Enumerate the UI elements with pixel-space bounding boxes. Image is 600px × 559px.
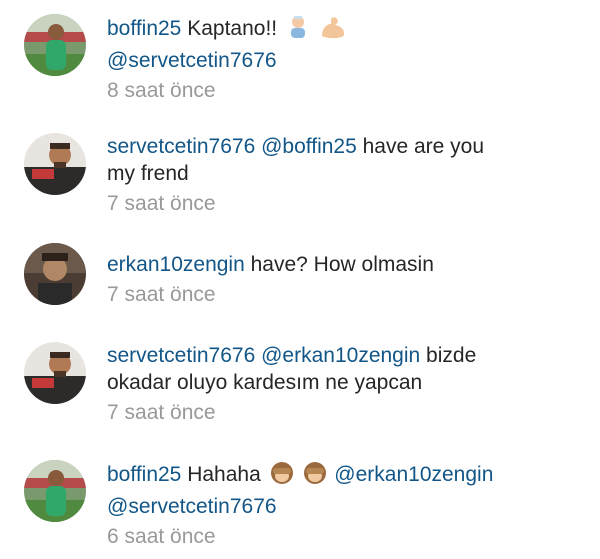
comment-timestamp: 7 saat önce [107,192,216,215]
comment-username[interactable]: erkan10zengin [107,253,245,276]
comment-body: servetcetin7676 @boffin25 have are you m… [107,133,577,217]
comment-username[interactable]: boffin25 [107,463,181,486]
comment-text: have? How olmasin [250,253,434,276]
see-no-evil-monkey-emoji [302,460,328,493]
flexed-biceps-emoji [319,14,347,47]
avatar-erkan10zengin[interactable] [24,243,86,305]
avatar-boffin25[interactable] [24,14,86,76]
comment-username[interactable]: servetcetin7676 [107,135,255,158]
comment-body: servetcetin7676 @erkan10zengin bizde oka… [107,342,577,426]
comment-mention[interactable]: @erkan10zengin [261,344,420,367]
comment-username[interactable]: servetcetin7676 [107,344,255,367]
comment-text: Hahaha [187,463,261,486]
comment-text: have are you [362,135,485,158]
comment-body: boffin25 Kaptano!! @servetcetin7676 8 sa… [107,14,577,104]
comment-text: Kaptano!! [187,17,278,40]
comment-timestamp: 6 saat önce [107,525,216,548]
comment-text: bizde [426,344,477,367]
comment-mention[interactable]: @servetcetin7676 [107,495,277,518]
comment-mention[interactable]: @boffin25 [261,135,357,158]
comment-timestamp: 8 saat önce [107,79,216,102]
comment-username[interactable]: boffin25 [107,17,181,40]
comment-mention[interactable]: @servetcetin7676 [107,49,277,72]
comment-mention[interactable]: @erkan10zengin [334,463,493,486]
avatar-servetcetin7676[interactable] [24,133,86,195]
comment-body: erkan10zengin have? How olmasin 7 saat ö… [107,251,577,308]
comment-timestamp: 7 saat önce [107,401,216,424]
comment-timestamp: 7 saat önce [107,283,216,306]
avatar-boffin25[interactable] [24,460,86,522]
see-no-evil-monkey-emoji [269,460,295,493]
baby-bottle-emoji [285,14,311,47]
avatar-servetcetin7676[interactable] [24,342,86,404]
comment-text: my frend [107,162,189,185]
comment-text: okadar oluyo kardesım ne yapcan [107,371,423,394]
comment-body: boffin25 Hahaha @erkan10zengin @servetce… [107,460,577,550]
